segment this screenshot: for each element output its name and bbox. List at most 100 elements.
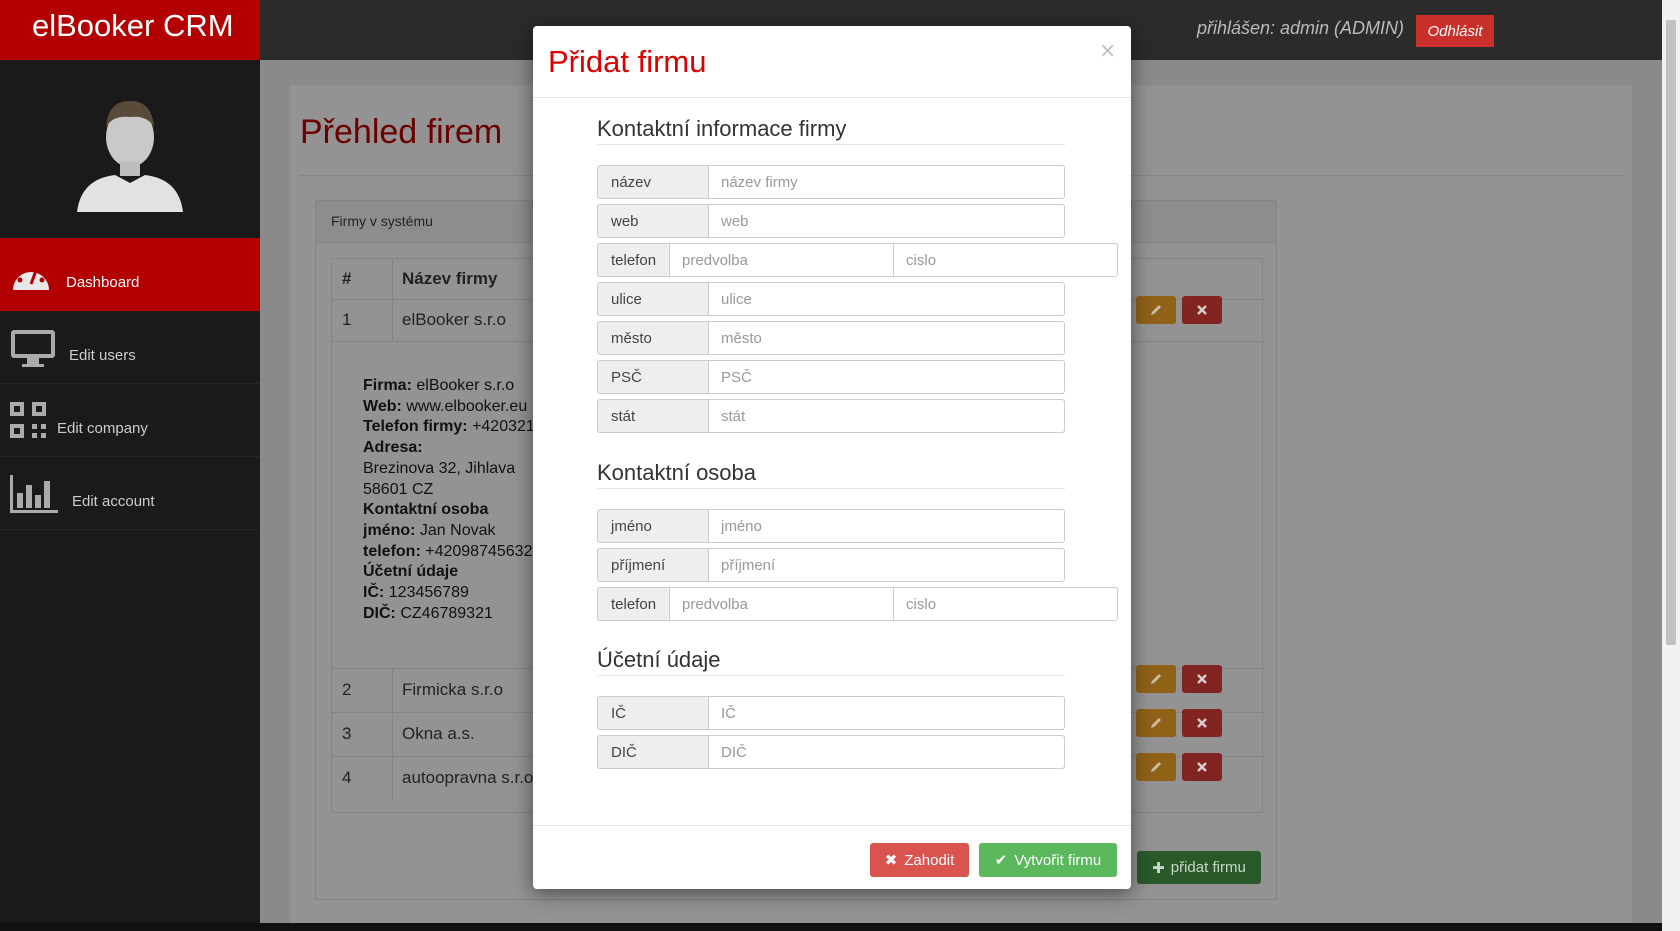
page-title: Přehled firem	[300, 113, 503, 151]
logout-button[interactable]: Odhlásit	[1416, 15, 1494, 47]
sidebar-item-edit-company[interactable]: Edit company	[0, 384, 260, 457]
row-company-name: Firmicka s.r.o	[402, 680, 504, 699]
company-name-input[interactable]	[708, 165, 1065, 199]
brand-logo[interactable]: elBooker CRM	[0, 0, 260, 60]
field-group-ic: IČ	[597, 696, 1065, 730]
add-company-modal: Přidat firmu × Kontaktní informace firmy…	[533, 26, 1131, 889]
section-divider	[597, 675, 1065, 676]
field-label: příjmení	[597, 548, 708, 582]
company-detail: Firma: elBooker s.r.o Web: www.elbooker.…	[363, 377, 551, 622]
add-company-button[interactable]: ✚ přidat firmu	[1137, 851, 1261, 884]
field-label: telefon	[597, 587, 670, 621]
field-label: DIČ	[597, 735, 708, 769]
row-number: 3	[342, 724, 352, 743]
field-label: IČ	[597, 696, 708, 730]
field-group-psc: PSČ	[597, 360, 1065, 394]
last-name-input[interactable]	[708, 548, 1065, 582]
field-group-nazev: název	[597, 165, 1065, 199]
field-label: web	[597, 204, 708, 238]
sidebar-item-label: Edit company	[57, 420, 148, 437]
country-input[interactable]	[708, 399, 1065, 433]
street-input[interactable]	[708, 282, 1065, 316]
create-company-button[interactable]: ✔ Vytvořit firmu	[979, 843, 1117, 877]
section-title-accounting: Účetní údaje	[597, 647, 721, 672]
pencil-icon	[1151, 674, 1161, 684]
section-title-company: Kontaktní informace firmy	[597, 116, 847, 141]
col-header-num: #	[342, 269, 352, 288]
sidebar-item-label: Edit users	[69, 347, 136, 364]
discard-label: Zahodit	[904, 851, 955, 869]
field-label: stát	[597, 399, 708, 433]
horizontal-scrollbar	[0, 923, 1662, 931]
section-divider	[597, 488, 1065, 489]
field-group-mesto: město	[597, 321, 1065, 355]
close-icon[interactable]: ×	[1099, 38, 1116, 62]
modal-title: Přidat firmu	[548, 44, 707, 79]
contact-phone-number-input[interactable]	[894, 587, 1119, 621]
sidebar-item-edit-account[interactable]: Edit account	[0, 457, 260, 530]
row-company-name: autoopravna s.r.o	[402, 768, 534, 787]
close-icon	[1197, 305, 1207, 315]
user-avatar	[0, 60, 260, 238]
dic-input[interactable]	[708, 735, 1065, 769]
field-group-ulice: ulice	[597, 282, 1065, 316]
delete-button[interactable]	[1182, 296, 1222, 324]
field-label: ulice	[597, 282, 708, 316]
field-group-stat: stát	[597, 399, 1065, 433]
field-label: PSČ	[597, 360, 708, 394]
web-input[interactable]	[708, 204, 1065, 238]
phone-prefix-input[interactable]	[669, 243, 895, 277]
delete-button[interactable]	[1182, 665, 1222, 693]
pencil-icon	[1151, 718, 1161, 728]
delete-button[interactable]	[1182, 753, 1222, 781]
col-header-name: Název firmy	[402, 269, 498, 288]
contact-phone-prefix-input[interactable]	[669, 587, 895, 621]
field-group-telefon: telefon	[597, 243, 1119, 277]
city-input[interactable]	[708, 321, 1065, 355]
field-group-web: web	[597, 204, 1065, 238]
delete-button[interactable]	[1182, 709, 1222, 737]
phone-number-input[interactable]	[894, 243, 1119, 277]
field-group-jmeno: jméno	[597, 509, 1065, 543]
close-icon	[1197, 718, 1207, 728]
row-number: 1	[342, 310, 352, 329]
close-icon	[1197, 762, 1207, 772]
plus-icon: ✚	[1152, 859, 1165, 877]
sidebar-item-label: Edit account	[72, 493, 155, 510]
logged-in-user: přihlášen: admin (ADMIN)	[1196, 18, 1404, 38]
sidebar-item-edit-users[interactable]: Edit users	[0, 311, 260, 384]
edit-button[interactable]	[1136, 296, 1176, 324]
sidebar-item-label: Dashboard	[66, 274, 140, 291]
field-label: jméno	[597, 509, 708, 543]
field-label: telefon	[597, 243, 670, 277]
qrcode-icon	[10, 402, 46, 442]
add-company-label: přidat firmu	[1170, 859, 1246, 876]
dashboard-gauge-icon	[10, 256, 52, 296]
zip-input[interactable]	[708, 360, 1065, 394]
monitor-icon	[10, 329, 56, 373]
field-label: město	[597, 321, 708, 355]
field-group-prijmeni: příjmení	[597, 548, 1065, 582]
row-number: 2	[342, 680, 352, 699]
section-title-person: Kontaktní osoba	[597, 460, 757, 485]
edit-button[interactable]	[1136, 665, 1176, 693]
row-company-name: elBooker s.r.o	[402, 310, 506, 329]
user-avatar-icon	[77, 100, 183, 212]
scroll-thumb[interactable]	[1666, 20, 1676, 645]
sidebar-item-dashboard[interactable]: Dashboard	[0, 238, 260, 311]
edit-button[interactable]	[1136, 709, 1176, 737]
check-icon: ✔	[994, 852, 1008, 869]
pencil-icon	[1151, 762, 1161, 772]
section-divider	[597, 144, 1065, 145]
first-name-input[interactable]	[708, 509, 1065, 543]
row-number: 4	[342, 768, 352, 787]
scrollbar[interactable]	[1662, 0, 1680, 931]
edit-button[interactable]	[1136, 753, 1176, 781]
close-icon	[1197, 674, 1207, 684]
ic-input[interactable]	[708, 696, 1065, 730]
row-company-name: Okna a.s.	[402, 724, 475, 743]
sidebar: elBooker CRM Dashboard Edit users Edit c…	[0, 0, 260, 931]
discard-button[interactable]: ✖ Zahodit	[870, 843, 969, 877]
create-label: Vytvořit firmu	[1014, 851, 1102, 869]
bar-chart-icon	[10, 475, 58, 517]
